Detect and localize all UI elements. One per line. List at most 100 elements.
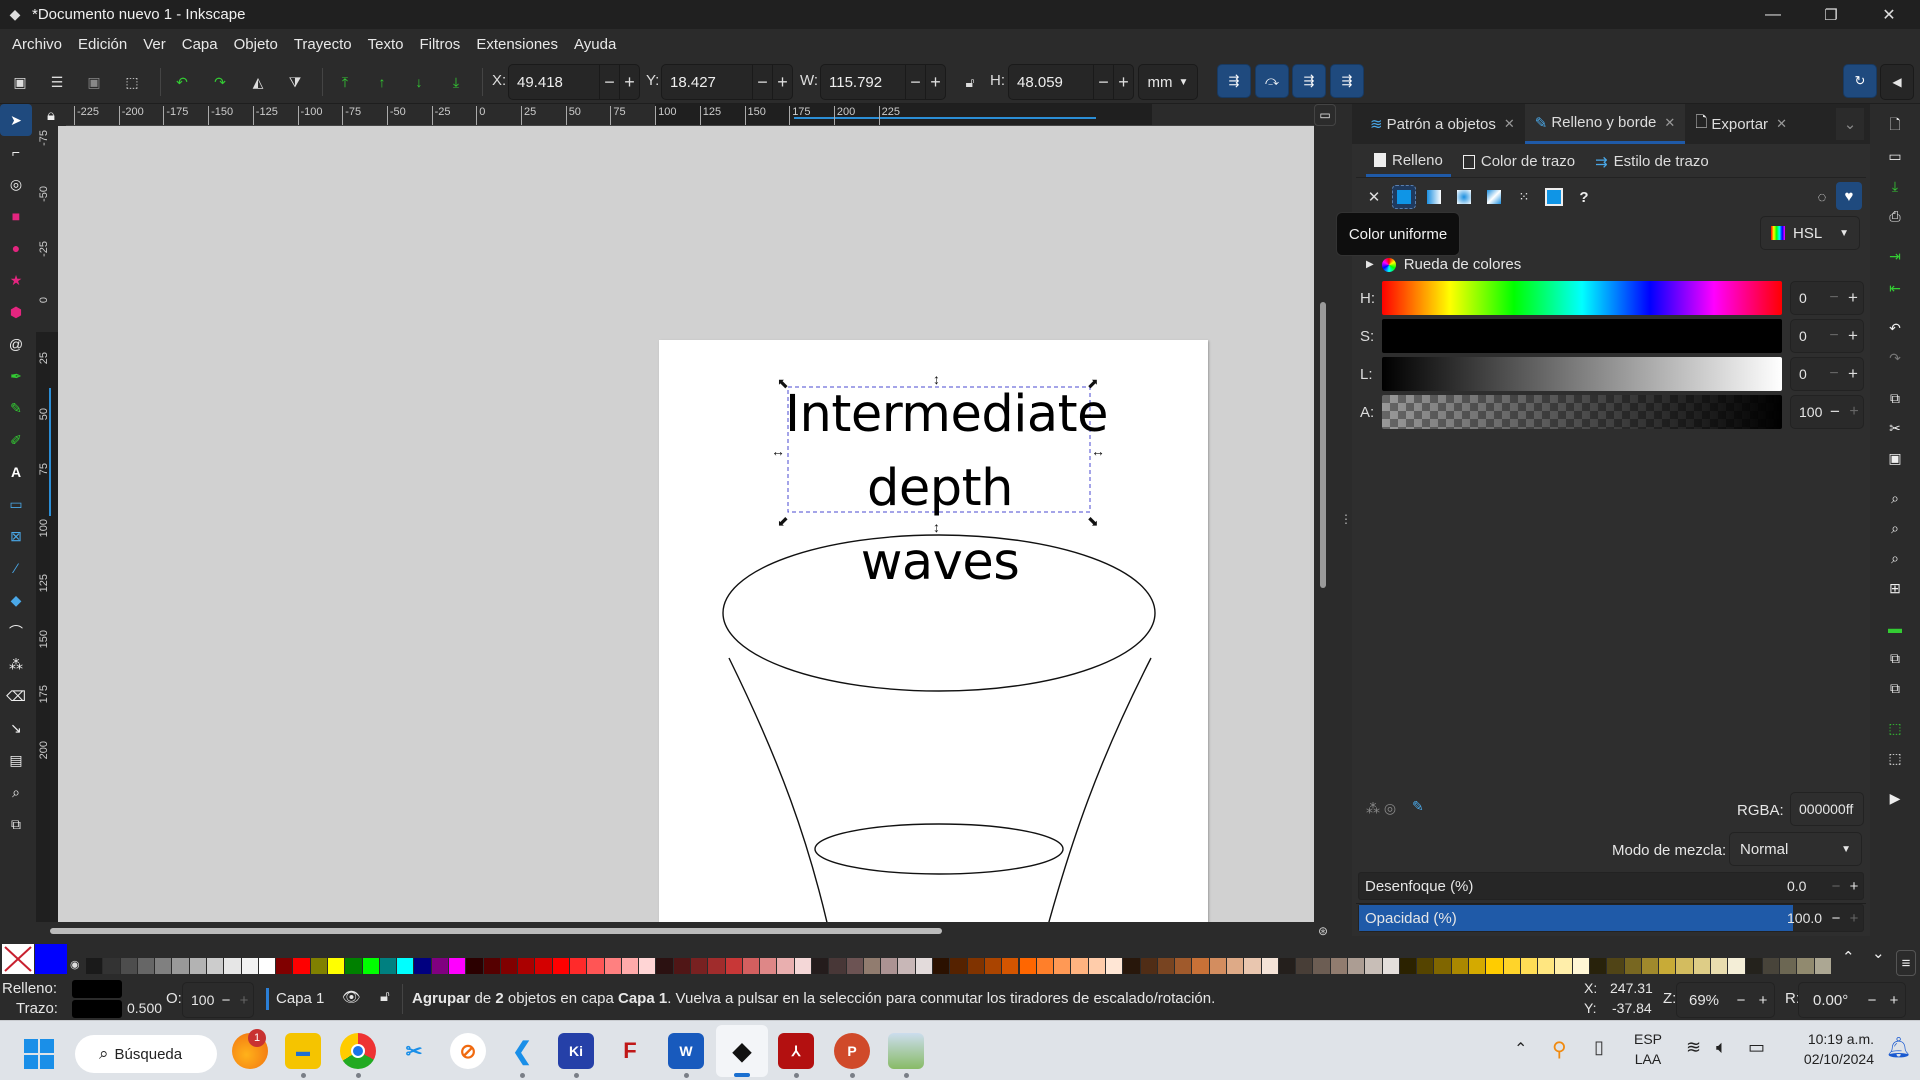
h-increment[interactable]: +	[1113, 65, 1133, 99]
palette-swatch[interactable]	[1417, 958, 1434, 974]
taskbar-photos[interactable]	[888, 1033, 924, 1069]
stroke-width-value[interactable]: 0.500	[127, 1000, 162, 1016]
layer-visibility-icon[interactable]: 👁︎	[342, 988, 361, 1006]
palette-swatch[interactable]	[241, 958, 258, 974]
group-icon[interactable]: ⬚	[1883, 716, 1907, 740]
y-field[interactable]: 18.427 − +	[661, 64, 793, 100]
saturation-slider[interactable]	[1382, 319, 1782, 353]
notifications-bell-icon[interactable]: 🔔︎	[1886, 1035, 1911, 1060]
tab-patron-a-objetos[interactable]: ≋ Patrón a objetos ✕	[1352, 104, 1525, 144]
palette-swatch[interactable]	[1451, 958, 1468, 974]
close-tab-icon[interactable]: ✕	[1504, 116, 1515, 132]
rotation-spin[interactable]: 0.00° − +	[1798, 982, 1906, 1018]
palette-swatch[interactable]	[449, 958, 466, 974]
no-color-swatch[interactable]	[2, 944, 34, 974]
mesh-tool-icon[interactable]: ⊠	[0, 520, 32, 552]
palette-swatch[interactable]	[1520, 958, 1538, 974]
x-value[interactable]: 49.418	[509, 74, 599, 91]
lightness-spin[interactable]: 0− +	[1790, 357, 1864, 391]
taskbar-app-slash[interactable]: ⊘	[450, 1033, 486, 1069]
palette-swatch[interactable]	[604, 958, 621, 974]
menu-texto[interactable]: Texto	[360, 36, 412, 53]
close-tab-icon[interactable]: ✕	[1776, 116, 1787, 132]
palette-swatch[interactable]	[328, 958, 345, 974]
volume-icon[interactable]: 🔈︎	[1716, 1037, 1727, 1058]
palette-swatch[interactable]	[86, 958, 103, 974]
palette-swatch[interactable]	[1002, 958, 1019, 974]
palette-swatch[interactable]	[1780, 958, 1797, 974]
palette-swatch[interactable]	[500, 958, 518, 974]
pages-tool-icon[interactable]: ▤	[0, 744, 32, 776]
measure-tool-icon[interactable]: ⧉	[0, 808, 32, 840]
tabs-overflow-chevron-icon[interactable]: ⌄	[1836, 108, 1864, 140]
palette-swatch[interactable]	[1624, 958, 1641, 974]
menu-extensiones[interactable]: Extensiones	[468, 36, 566, 53]
rectangle-tool-icon[interactable]: ■	[0, 200, 32, 232]
palette-swatch[interactable]	[587, 958, 604, 974]
select-same-icon[interactable]: ⬚	[120, 70, 144, 94]
palette-swatch[interactable]	[708, 958, 725, 974]
close-tab-icon[interactable]: ✕	[1664, 115, 1675, 131]
snap-toggle-button[interactable]: ↻	[1843, 64, 1877, 98]
flip-vertical-icon[interactable]: ⧩	[283, 70, 307, 94]
taskbar-vscode[interactable]: ❮	[504, 1033, 540, 1069]
palette-swatch[interactable]	[1434, 958, 1451, 974]
eyedropper-icon[interactable]: ✎	[1412, 798, 1424, 815]
ellipse-tool-icon[interactable]: ●	[0, 232, 32, 264]
zoom-out-button[interactable]: −	[1730, 992, 1752, 1009]
palette-swatch[interactable]	[1140, 958, 1157, 974]
select-all-layers-icon[interactable]: ☰	[45, 70, 69, 94]
canvas-text-group[interactable]: Intermediate depth waves	[785, 378, 1109, 600]
no-paint-icon[interactable]: ✕	[1362, 185, 1386, 209]
subtab-color-de-trazo[interactable]: Color de trazo	[1455, 146, 1583, 177]
palette-none-icon[interactable]: ◉	[70, 958, 84, 974]
menu-ayuda[interactable]: Ayuda	[566, 36, 624, 53]
taskbar-file-explorer[interactable]: ▬	[285, 1033, 321, 1069]
palette-swatch[interactable]	[207, 958, 224, 974]
palette-swatch[interactable]	[915, 958, 933, 974]
current-layer[interactable]: Capa 1	[276, 990, 324, 1007]
hue-slider[interactable]	[1382, 281, 1782, 315]
palette-swatch[interactable]	[414, 958, 431, 974]
ungroup-icon[interactable]: ⬚	[1883, 746, 1907, 770]
fill-indicator[interactable]	[72, 980, 122, 998]
palette-swatch[interactable]	[397, 958, 414, 974]
hue-value[interactable]: 0	[1791, 290, 1825, 306]
palette-swatch[interactable]	[310, 958, 327, 974]
palette-swatch[interactable]	[863, 958, 881, 974]
h-decrement[interactable]: −	[1093, 65, 1113, 99]
palette-swatch[interactable]	[950, 958, 967, 974]
wifi-icon[interactable]: ≋	[1686, 1037, 1701, 1058]
palette-swatch[interactable]	[1486, 958, 1503, 974]
selector-tool-icon[interactable]: ➤	[0, 104, 32, 136]
palette-swatch[interactable]	[1192, 958, 1209, 974]
palette-swatch[interactable]	[1607, 958, 1624, 974]
palette-swatch[interactable]	[794, 958, 812, 974]
palette-swatch[interactable]	[1123, 958, 1140, 974]
spiral-tool-icon[interactable]: @	[0, 328, 32, 360]
battery-icon[interactable]: ▭	[1748, 1037, 1765, 1058]
palette-swatch[interactable]	[1797, 958, 1814, 974]
vertical-ruler[interactable]: -75 -50 -25 0 25 50 75 100 125 150 175 200	[36, 126, 58, 922]
funnel-left-edge[interactable]	[728, 657, 831, 922]
palette-swatch[interactable]	[224, 958, 241, 974]
lightness-value[interactable]: 0	[1791, 366, 1825, 382]
mesh-gradient-icon[interactable]	[1482, 185, 1506, 209]
close-button[interactable]: ✕	[1860, 0, 1918, 29]
y-increment[interactable]: +	[772, 65, 792, 99]
linear-gradient-icon[interactable]	[1422, 185, 1446, 209]
zoom-drawing-icon[interactable]: ⌕	[1883, 516, 1907, 540]
new-document-icon[interactable]: 🗋︎	[1883, 114, 1907, 138]
palette-swatch[interactable]	[155, 958, 172, 974]
pen-tool-icon[interactable]: ✒	[0, 360, 32, 392]
palette-swatch[interactable]	[258, 958, 276, 974]
zoom-spin[interactable]: 69% − +	[1676, 982, 1775, 1018]
calligraphy-tool-icon[interactable]: ✐	[0, 424, 32, 456]
palette-swatch[interactable]	[898, 958, 915, 974]
unset-paint-icon[interactable]: ?	[1572, 185, 1596, 209]
zoom-center-icon[interactable]: ⊞	[1883, 576, 1907, 600]
palette-swatch[interactable]	[1105, 958, 1123, 974]
zoom-value[interactable]: 69%	[1677, 992, 1730, 1009]
palette-swatch[interactable]	[1538, 958, 1555, 974]
gradient-tool-icon[interactable]: ▭	[0, 488, 32, 520]
